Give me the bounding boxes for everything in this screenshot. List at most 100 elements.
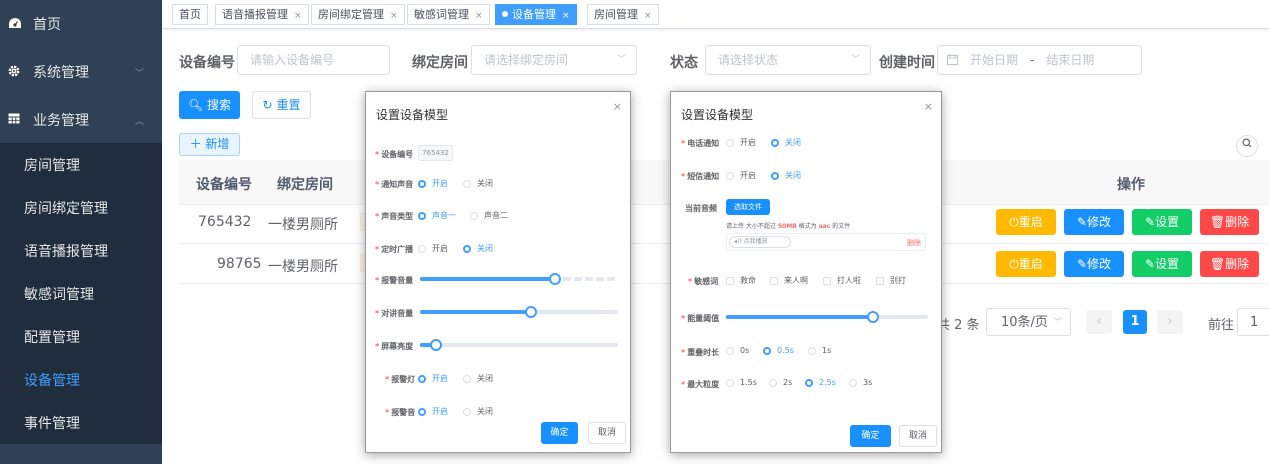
tag-room-binding[interactable]: 房间绑定管理 × bbox=[311, 4, 405, 25]
sidebar-item-label: 房间绑定管理 bbox=[24, 200, 108, 217]
phone-notify-on-radio[interactable]: 开启 bbox=[726, 137, 756, 148]
search-button[interactable]: 🔍︎ 搜索 bbox=[179, 91, 240, 119]
tag-home[interactable]: 首页 bbox=[172, 4, 208, 25]
device-no-label: 设备编号 bbox=[179, 55, 235, 71]
tag-room[interactable]: 房间管理 × bbox=[587, 4, 659, 25]
edit-button[interactable]: ✎修改 bbox=[1064, 251, 1124, 277]
voice-type-2-radio[interactable]: 声音二 bbox=[470, 210, 508, 221]
sidebar-item-label: 语音播报管理 bbox=[24, 243, 108, 260]
add-button[interactable]: ＋ 新增 bbox=[179, 133, 240, 156]
table-icon bbox=[8, 113, 20, 127]
sidebar: 首页 系统管理 ﹀ 业务管理 ︿ 房间管理 房间绑定管理 语音播报管理 敏感词管… bbox=[0, 0, 162, 464]
cell-device: 98765 bbox=[217, 256, 262, 272]
sidebar-item-config[interactable]: 配置管理 bbox=[0, 315, 162, 358]
sidebar-item-label: 设备管理 bbox=[24, 372, 80, 389]
notify-sound-off-radio[interactable]: 关闭 bbox=[463, 178, 493, 189]
gear-icon bbox=[8, 65, 20, 80]
settings-button[interactable]: ✎设置 bbox=[1132, 209, 1192, 235]
tag-voice-broadcast[interactable]: 语音播报管理 × bbox=[215, 4, 309, 25]
sidebar-item-event[interactable]: 事件管理 bbox=[0, 401, 162, 444]
granularity-option-radio[interactable]: 2.5s bbox=[805, 378, 836, 387]
alarm-light-on-radio[interactable]: 开启 bbox=[418, 373, 448, 384]
alarm-light-off-radio[interactable]: 关闭 bbox=[463, 373, 493, 384]
confirm-button[interactable]: 确定 bbox=[850, 425, 891, 447]
close-icon[interactable]: × bbox=[294, 11, 302, 21]
settings-button[interactable]: ✎设置 bbox=[1132, 251, 1192, 277]
phone-notify-label: * 电话通知 bbox=[681, 139, 720, 148]
delete-audio-link[interactable]: 删除 bbox=[907, 238, 921, 248]
slider-handle[interactable] bbox=[548, 273, 561, 285]
close-icon[interactable]: × bbox=[613, 100, 622, 113]
duration-option-radio[interactable]: 1s bbox=[808, 346, 831, 355]
talk-volume-slider[interactable] bbox=[420, 306, 618, 318]
sidebar-item-voice-broadcast[interactable]: 语音播报管理 bbox=[0, 229, 162, 272]
granularity-option-radio[interactable]: 3s bbox=[849, 378, 872, 387]
confirm-button[interactable]: 确定 bbox=[541, 422, 578, 444]
granularity-option-radio[interactable]: 1.5s bbox=[726, 378, 757, 387]
alarm-sound-on-radio[interactable]: 开启 bbox=[418, 406, 448, 417]
bound-room-select[interactable]: 请选择绑定房间 ﹀ bbox=[471, 45, 637, 75]
play-audio-button[interactable]: ◂)) 点我播放 bbox=[729, 236, 791, 248]
sidebar-item-business[interactable]: 业务管理 ︿ bbox=[0, 98, 162, 142]
sensitive-word-checkbox[interactable]: 来人啊 bbox=[770, 275, 808, 286]
energy-threshold-slider[interactable] bbox=[726, 311, 928, 323]
broadcast-on-radio[interactable]: 开启 bbox=[418, 243, 448, 254]
sidebar-item-room[interactable]: 房间管理 bbox=[0, 143, 162, 186]
slider-handle[interactable] bbox=[867, 311, 880, 323]
sidebar-item-label: 事件管理 bbox=[24, 415, 80, 432]
tag-sensitive-words[interactable]: 敏感词管理 × bbox=[407, 4, 490, 25]
alarm-volume-slider[interactable] bbox=[420, 273, 618, 285]
status-select[interactable]: 请选择状态 ﹀ bbox=[705, 45, 871, 75]
alarm-sound-off-radio[interactable]: 关闭 bbox=[463, 406, 493, 417]
phone-notify-off-radio[interactable]: 关闭 bbox=[771, 137, 801, 148]
sms-notify-off-radio[interactable]: 关闭 bbox=[771, 170, 801, 181]
close-icon[interactable]: × bbox=[562, 11, 570, 21]
sensitive-word-checkbox[interactable]: 打人啦 bbox=[823, 275, 861, 286]
close-icon[interactable]: × bbox=[390, 11, 398, 21]
sidebar-item-sensitive-words[interactable]: 敏感词管理 bbox=[0, 272, 162, 315]
next-page-button[interactable]: › bbox=[1157, 310, 1183, 334]
tag-label: 房间管理 bbox=[594, 8, 638, 21]
slider-handle[interactable] bbox=[429, 339, 442, 351]
close-icon[interactable]: × bbox=[475, 11, 483, 21]
duration-option-radio[interactable]: 0.5s bbox=[763, 346, 794, 355]
cancel-button[interactable]: 取消 bbox=[588, 422, 626, 444]
page-1-button[interactable]: 1 bbox=[1123, 310, 1147, 334]
device-no-input[interactable]: 请输入设备编号 bbox=[237, 45, 390, 75]
page-size-select[interactable]: 10条/页 ﹀ bbox=[986, 308, 1071, 336]
edit-button[interactable]: ✎修改 bbox=[1064, 209, 1124, 235]
delete-button[interactable]: 🗑︎删除 bbox=[1200, 209, 1259, 235]
search-toggle-icon[interactable] bbox=[1236, 135, 1258, 157]
sidebar-item-system[interactable]: 系统管理 ﹀ bbox=[0, 50, 162, 94]
upload-button[interactable]: 选取文件 bbox=[726, 199, 770, 215]
sidebar-item-room-binding[interactable]: 房间绑定管理 bbox=[0, 186, 162, 229]
restart-button[interactable]: ⏻重启 bbox=[996, 209, 1056, 235]
table-header-room: 绑定房间 bbox=[277, 177, 333, 193]
prev-page-button[interactable]: ‹ bbox=[1086, 310, 1112, 334]
goto-input[interactable]: 1 bbox=[1237, 308, 1269, 336]
sensitive-word-checkbox[interactable]: 别打 bbox=[876, 275, 906, 286]
notify-sound-on-radio[interactable]: 开启 bbox=[418, 178, 448, 189]
close-icon[interactable]: × bbox=[644, 11, 652, 21]
tag-device[interactable]: 设备管理 × bbox=[495, 4, 577, 25]
reset-button[interactable]: ↻ 重置 bbox=[252, 91, 311, 119]
sidebar-item-device[interactable]: 设备管理 bbox=[0, 358, 162, 401]
sensitive-word-checkbox[interactable]: 救命 bbox=[726, 275, 756, 286]
delete-button[interactable]: 🗑︎删除 bbox=[1200, 251, 1259, 277]
broadcast-off-radio[interactable]: 关闭 bbox=[463, 243, 493, 254]
tag-label: 首页 bbox=[179, 8, 201, 21]
search-icon: 🔍︎ bbox=[187, 98, 204, 112]
close-icon[interactable]: × bbox=[924, 100, 933, 113]
duration-option-radio[interactable]: 0s bbox=[726, 346, 749, 355]
slider-handle[interactable] bbox=[524, 306, 537, 318]
sidebar-item-label: 房间管理 bbox=[24, 157, 80, 174]
date-range-picker[interactable]: 开始日期 - 结束日期 bbox=[937, 45, 1142, 75]
sms-notify-on-radio[interactable]: 开启 bbox=[726, 170, 756, 181]
cancel-button[interactable]: 取消 bbox=[899, 425, 937, 447]
delete-label: 删除 bbox=[1225, 215, 1250, 229]
voice-type-1-radio[interactable]: 声音一 bbox=[418, 210, 456, 221]
restart-button[interactable]: ⏻重启 bbox=[996, 251, 1056, 277]
sidebar-item-home[interactable]: 首页 bbox=[0, 2, 162, 46]
brightness-slider[interactable] bbox=[420, 339, 618, 351]
granularity-option-radio[interactable]: 2s bbox=[769, 378, 792, 387]
